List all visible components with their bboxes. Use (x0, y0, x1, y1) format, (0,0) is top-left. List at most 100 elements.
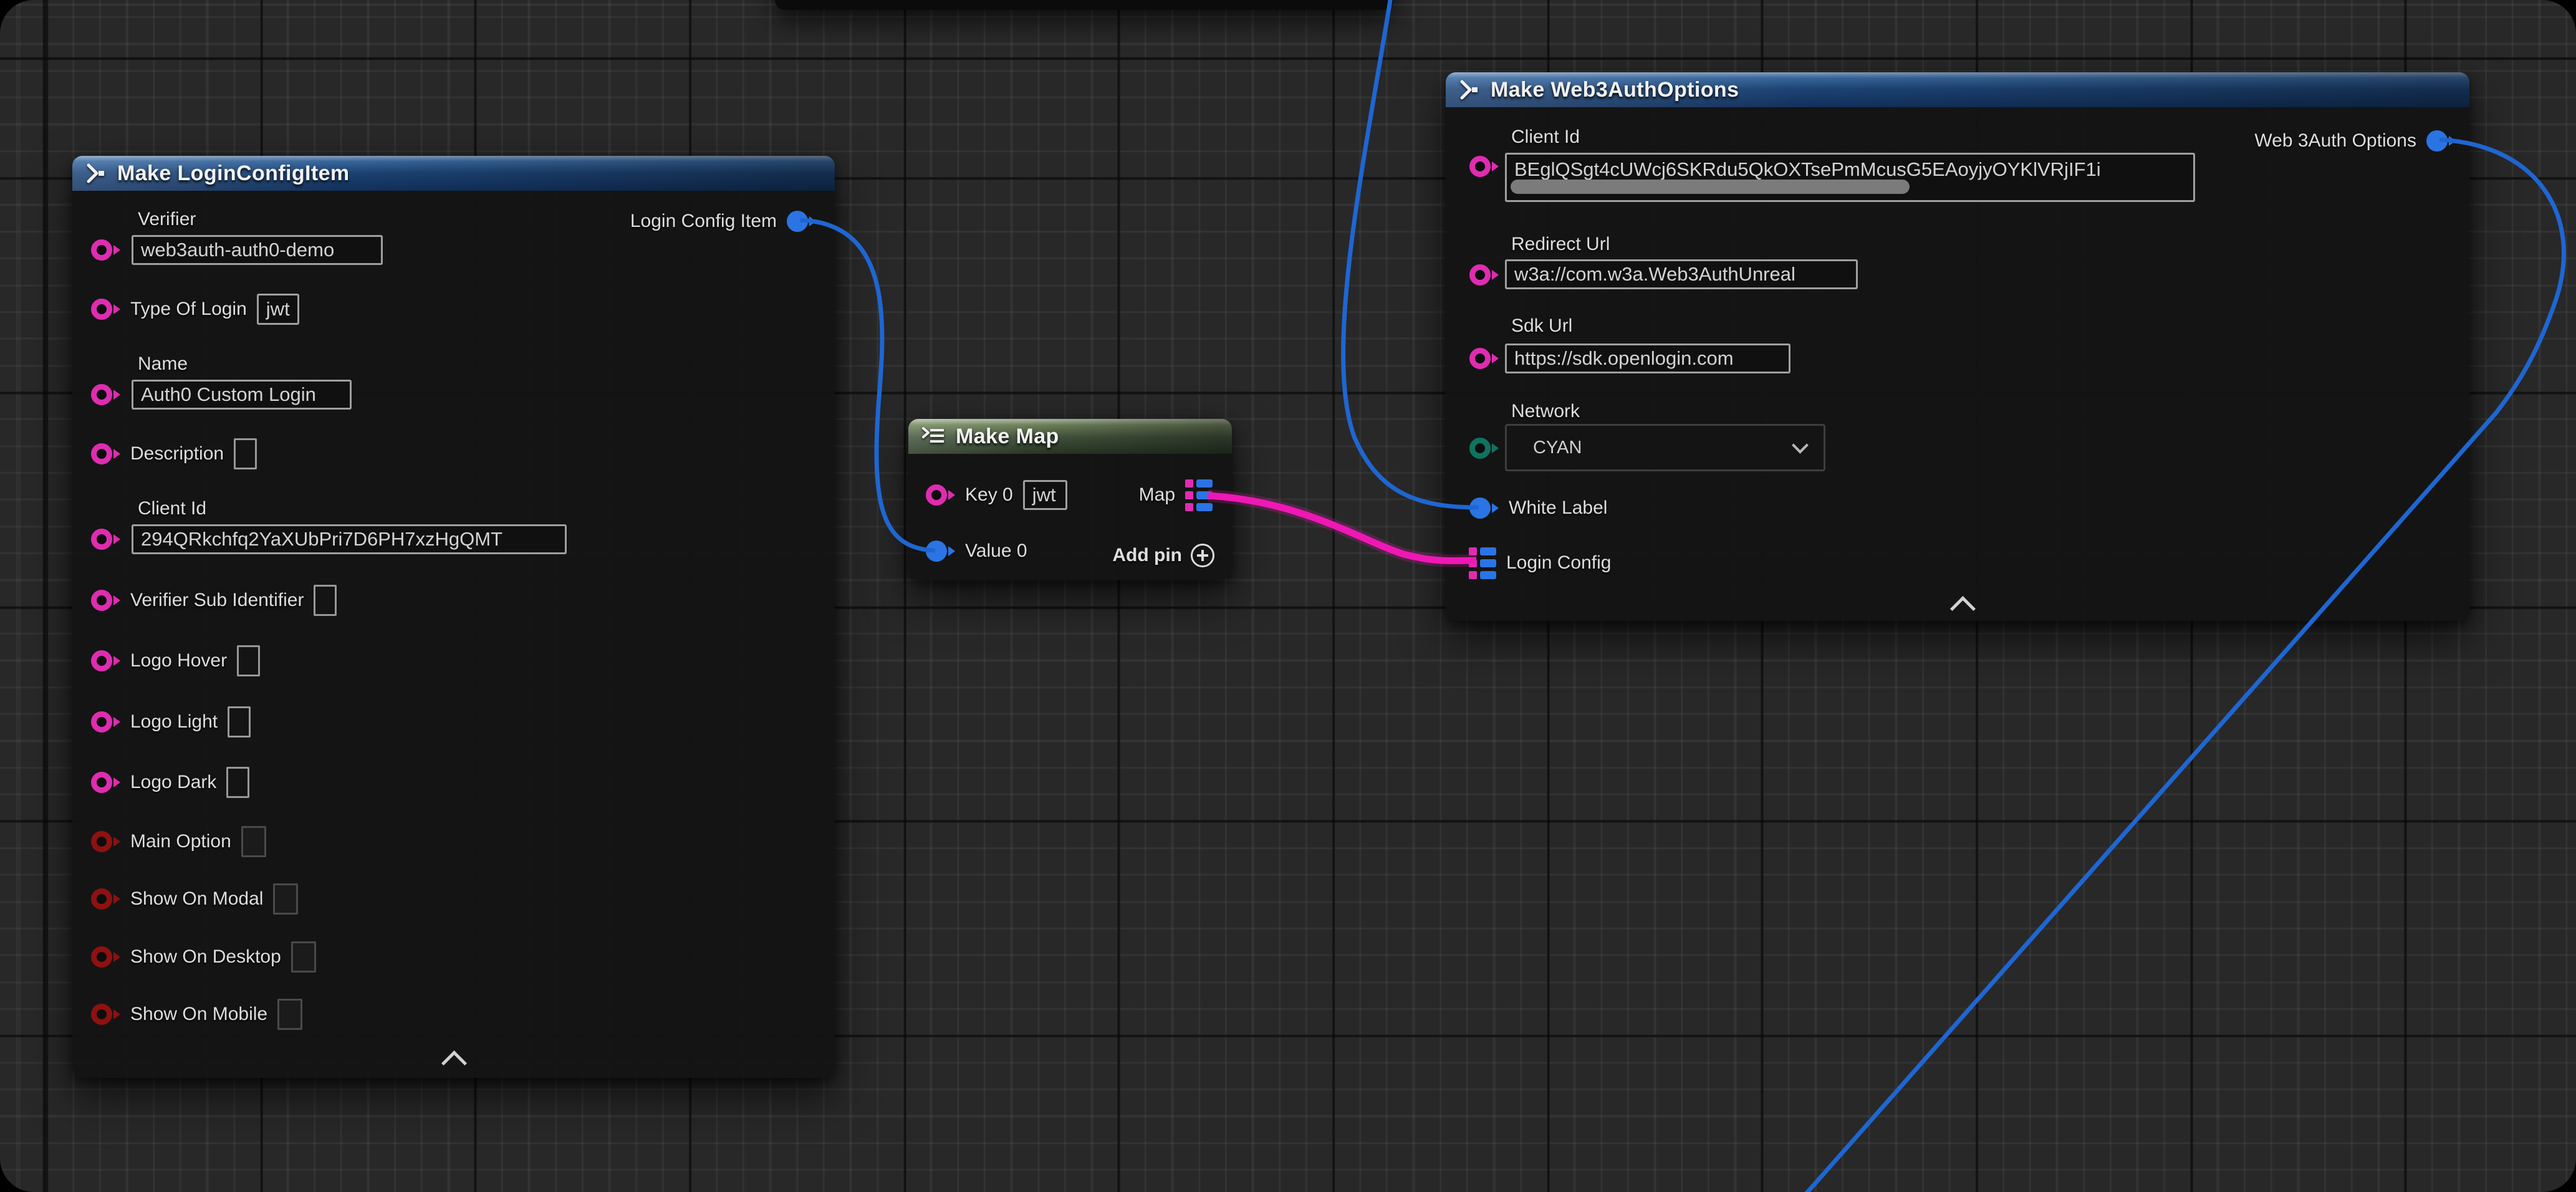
wire-map-to-login-config-glow (1208, 496, 1476, 561)
make-struct-icon (1458, 79, 1481, 101)
string-pin-icon (91, 650, 112, 671)
pin-wedge-icon (948, 490, 955, 500)
input-pin-show-on-desktop[interactable] (91, 946, 120, 968)
input-pin-verifier-sub-identifier[interactable] (91, 590, 120, 611)
pin-wedge-icon (113, 595, 120, 605)
pin-wedge-icon (809, 216, 816, 226)
client-id-input[interactable]: 294QRkchfq2YaXUbPri7D6PH7xzHgQMT (132, 524, 567, 554)
input-pin-key0[interactable] (926, 484, 955, 506)
object-pin-icon (2426, 130, 2448, 151)
input-pin-description[interactable] (91, 443, 120, 464)
node-title: Make Map (956, 425, 1059, 449)
type-of-login-input[interactable]: jwt (257, 294, 299, 325)
input-pin-value0[interactable] (926, 541, 955, 562)
logo-hover-input[interactable] (237, 645, 260, 676)
bool-pin-icon (91, 1004, 112, 1025)
network-selected-value: CYAN (1533, 438, 1582, 458)
node-make-web3authoptions[interactable]: Make Web3AuthOptions Web 3Auth Options C… (1446, 72, 2469, 621)
input-pin-network[interactable] (1469, 438, 1499, 459)
input-pin-show-on-mobile[interactable] (91, 1004, 120, 1025)
input-pin-client-id[interactable] (91, 529, 120, 550)
pin-label: Show On Modal (130, 888, 263, 910)
logo-dark-input[interactable] (226, 767, 249, 798)
logo-light-input[interactable] (228, 706, 251, 738)
pin-wedge-icon (113, 717, 120, 727)
bool-pin-icon (91, 888, 112, 910)
pin-label: White Label (1509, 497, 1607, 519)
input-pin-verifier[interactable] (91, 239, 120, 261)
input-pin-white-label[interactable] (1469, 497, 1499, 519)
input-pin-client-id[interactable] (1469, 156, 1499, 177)
description-input[interactable] (234, 438, 257, 469)
sdk-url-input[interactable]: https://sdk.openlogin.com (1505, 344, 1790, 373)
input-pin-logo-hover[interactable] (91, 650, 120, 671)
network-dropdown[interactable]: CYAN (1505, 424, 1825, 471)
client-id-value: BEglQSgt4cUWcj6SKRdu5QkOXTsePmMcusG5EAoy… (1514, 158, 2101, 181)
key0-value: jwt (1032, 484, 1056, 506)
show-on-mobile-checkbox[interactable] (277, 999, 302, 1030)
node-make-loginconfigitem[interactable]: Make LoginConfigItem Login Config Item V… (72, 156, 835, 1078)
pin-wedge-icon (2449, 136, 2456, 146)
input-pin-sdk-url[interactable] (1469, 348, 1499, 369)
node-make-loginconfigitem-header[interactable]: Make LoginConfigItem (72, 156, 835, 191)
client-id-scrollbar[interactable] (1511, 180, 1910, 194)
input-pin-login-config[interactable] (1469, 547, 1496, 579)
offscreen-node-edge[interactable] (775, 0, 1393, 10)
verifier-input[interactable]: web3auth-auth0-demo (132, 235, 383, 265)
collapse-node-button[interactable] (1950, 596, 1976, 622)
string-pin-icon (91, 299, 112, 320)
main-option-checkbox[interactable] (241, 826, 266, 857)
pin-label: Verifier Sub Identifier (130, 590, 304, 611)
pin-label: Show On Desktop (130, 946, 281, 968)
pin-wedge-icon (1492, 443, 1499, 453)
pin-row-logo-light: Logo Light (91, 706, 251, 738)
add-pin-plus-icon (1191, 544, 1214, 567)
object-pin-icon (926, 541, 947, 562)
redirect-url-input[interactable]: w3a://com.w3a.Web3AuthUnreal (1505, 259, 1858, 289)
input-pin-type-of-login[interactable] (91, 299, 120, 320)
output-pin-login-config-item[interactable] (787, 211, 816, 232)
verifier-value: web3auth-auth0-demo (141, 239, 334, 261)
pin-wedge-icon (113, 1009, 120, 1019)
node-make-map[interactable]: Make Map Key 0 jwt Map (908, 419, 1232, 580)
input-pin-logo-dark[interactable] (91, 772, 120, 793)
node-title: Make LoginConfigItem (117, 161, 350, 186)
pin-row-description: Description (91, 438, 257, 470)
wire-map-to-login-config[interactable] (1208, 496, 1476, 561)
pin-row-type-of-login: Type Of Login jwt (91, 293, 299, 325)
add-pin-button[interactable]: Add pin (1112, 539, 1214, 572)
input-pin-show-on-modal[interactable] (91, 888, 120, 910)
pin-wedge-icon (113, 777, 120, 787)
node-make-map-header[interactable]: Make Map (908, 419, 1232, 454)
pin-label-redirect-url: Redirect Url (1511, 234, 1610, 255)
bool-pin-icon (91, 831, 112, 852)
string-pin-icon (926, 484, 947, 506)
input-pin-redirect-url[interactable] (1469, 264, 1499, 286)
pin-label-sdk-url: Sdk Url (1511, 315, 1572, 337)
output-pin-web3auth-options[interactable] (2426, 130, 2456, 151)
show-on-modal-checkbox[interactable] (273, 883, 298, 915)
key0-input[interactable]: jwt (1023, 480, 1067, 510)
blueprint-graph-canvas[interactable]: Make LoginConfigItem Login Config Item V… (0, 0, 2576, 1192)
input-pin-logo-light[interactable] (91, 711, 120, 733)
input-pin-name[interactable] (91, 384, 120, 405)
string-pin-icon (91, 772, 112, 793)
pin-row-logo-hover: Logo Hover (91, 645, 260, 677)
pin-label: Value 0 (965, 541, 1027, 562)
sdk-url-value: https://sdk.openlogin.com (1514, 347, 1734, 370)
string-pin-icon (91, 384, 112, 405)
pin-row-show-on-modal: Show On Modal (91, 883, 298, 915)
output-pin-map[interactable] (1185, 479, 1213, 511)
pin-row-show-on-desktop: Show On Desktop (91, 941, 316, 973)
pin-wedge-icon (1492, 161, 1499, 171)
pin-label-client-id: Client Id (138, 498, 206, 519)
name-input[interactable]: Auth0 Custom Login (132, 380, 352, 410)
collapse-node-button[interactable] (441, 1050, 467, 1076)
node-make-web3authoptions-header[interactable]: Make Web3AuthOptions (1446, 72, 2469, 107)
input-pin-main-option[interactable] (91, 831, 120, 852)
show-on-desktop-checkbox[interactable] (291, 941, 316, 973)
verifier-sub-identifier-input[interactable] (314, 585, 337, 616)
pin-label: Login Config Item (630, 211, 777, 232)
pin-label-network: Network (1511, 401, 1580, 422)
client-id-input[interactable]: BEglQSgt4cUWcj6SKRdu5QkOXTsePmMcusG5EAoy… (1505, 153, 2195, 202)
